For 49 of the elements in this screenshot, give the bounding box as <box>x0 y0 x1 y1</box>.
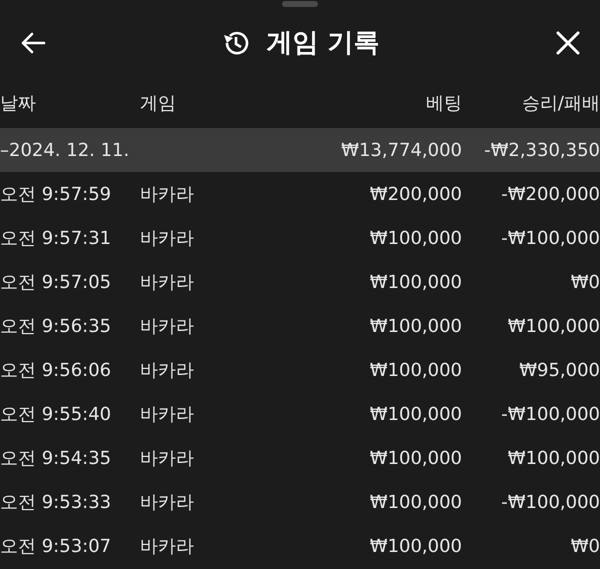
back-button[interactable] <box>20 32 46 54</box>
time-cell: 오전 9:54:35 <box>0 448 112 468</box>
time-cell: 오전 9:56:35 <box>0 316 112 336</box>
result-cell: ₩100,000 <box>508 316 600 336</box>
time-cell: 오전 9:57:59 <box>0 184 112 204</box>
game-cell: 바카라 <box>140 316 194 336</box>
bet-cell: ₩200,000 <box>370 184 462 204</box>
game-cell: 바카라 <box>140 404 194 424</box>
result-cell: ₩100,000 <box>508 448 600 468</box>
game-cell: 바카라 <box>140 184 194 204</box>
column-header: 베팅 <box>426 92 462 114</box>
game-cell: 바카라 <box>140 536 194 556</box>
bet-cell: ₩100,000 <box>370 272 462 292</box>
result-cell: -₩200,000 <box>501 184 600 204</box>
game-cell: 바카라 <box>140 228 194 248</box>
bet-cell: ₩100,000 <box>370 492 462 512</box>
result-cell: -₩100,000 <box>501 492 600 512</box>
time-cell: 오전 9:55:40 <box>0 404 112 424</box>
close-button[interactable] <box>556 31 580 55</box>
history-icon <box>222 29 250 57</box>
bet-cell: ₩100,000 <box>370 360 462 380</box>
result-cell: ₩0 <box>570 536 600 556</box>
bet-cell: ₩100,000 <box>370 448 462 468</box>
group-result-total: -₩2,330,350 <box>484 140 600 160</box>
date-group-row[interactable]: –2024. 12. 11. ₩13,774,000 -₩2,330,350 <box>0 128 600 172</box>
time-cell: 오전 9:53:33 <box>0 492 112 512</box>
result-cell: -₩100,000 <box>501 404 600 424</box>
time-cell: 오전 9:57:31 <box>0 228 112 248</box>
time-cell: 오전 9:56:06 <box>0 360 112 380</box>
column-header: 날짜 <box>0 92 36 114</box>
game-cell: 바카라 <box>140 272 194 292</box>
bet-cell: ₩100,000 <box>370 404 462 424</box>
result-cell: ₩0 <box>570 272 600 292</box>
result-cell: ₩95,000 <box>519 360 600 380</box>
column-header: 승리/패배 <box>522 92 600 114</box>
game-cell: 바카라 <box>140 492 194 512</box>
group-bet-total: ₩13,774,000 <box>341 140 462 160</box>
drag-handle[interactable] <box>282 1 318 7</box>
game-cell: 바카라 <box>140 360 194 380</box>
time-cell: 오전 9:53:07 <box>0 536 112 556</box>
time-cell: 오전 9:57:05 <box>0 272 112 292</box>
bet-cell: ₩100,000 <box>370 316 462 336</box>
column-header: 게임 <box>140 92 176 114</box>
bet-cell: ₩100,000 <box>370 228 462 248</box>
game-cell: 바카라 <box>140 448 194 468</box>
result-cell: -₩100,000 <box>501 228 600 248</box>
group-date: –2024. 12. 11. <box>0 140 130 160</box>
bet-cell: ₩100,000 <box>370 536 462 556</box>
screen-title: 게임 기록 <box>266 26 380 60</box>
